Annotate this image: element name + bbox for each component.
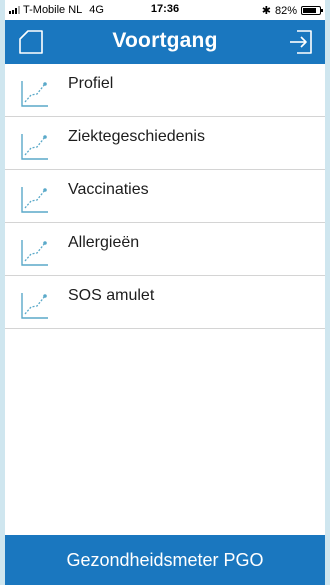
line-chart-icon [21,240,48,266]
menu-item-label: SOS amulet [68,287,155,304]
battery-icon [301,6,323,15]
menu-item-ziektegeschiedenis[interactable]: Ziektegeschiedenis [5,117,325,170]
menu-item-sos-amulet[interactable]: SOS amulet [5,276,325,329]
battery-percentage: 82% [274,4,297,17]
menu-item-label: Profiel [68,75,114,92]
exit-icon[interactable] [287,28,315,56]
footer-bar: Gezondheidsmeter PGO [5,535,325,585]
line-chart-icon [21,81,48,107]
footer-label: Gezondheidsmeter PGO [66,550,264,570]
page-title: Voortgang [112,29,218,52]
status-right: ✱ 82% [261,4,323,17]
bluetooth-icon: ✱ [261,5,271,17]
header-bar: Voortgang [5,20,325,64]
status-bar: T-Mobile NL 4G 17:36 ✱ 82% [5,0,325,20]
line-chart-icon [21,187,48,213]
menu-item-label: Allergieën [68,234,140,251]
line-chart-icon [21,293,48,319]
progress-menu-list: Profiel Ziektegeschiedenis Vaccinaties A… [5,64,325,329]
menu-item-label: Ziektegeschiedenis [68,128,205,145]
menu-item-profiel[interactable]: Profiel [5,64,325,117]
app-screen: T-Mobile NL 4G 17:36 ✱ 82% Voortgang Pro… [5,0,325,585]
menu-item-label: Vaccinaties [68,181,149,198]
menu-item-allergieen[interactable]: Allergieën [5,223,325,276]
line-chart-icon [21,134,48,160]
menu-item-vaccinaties[interactable]: Vaccinaties [5,170,325,223]
